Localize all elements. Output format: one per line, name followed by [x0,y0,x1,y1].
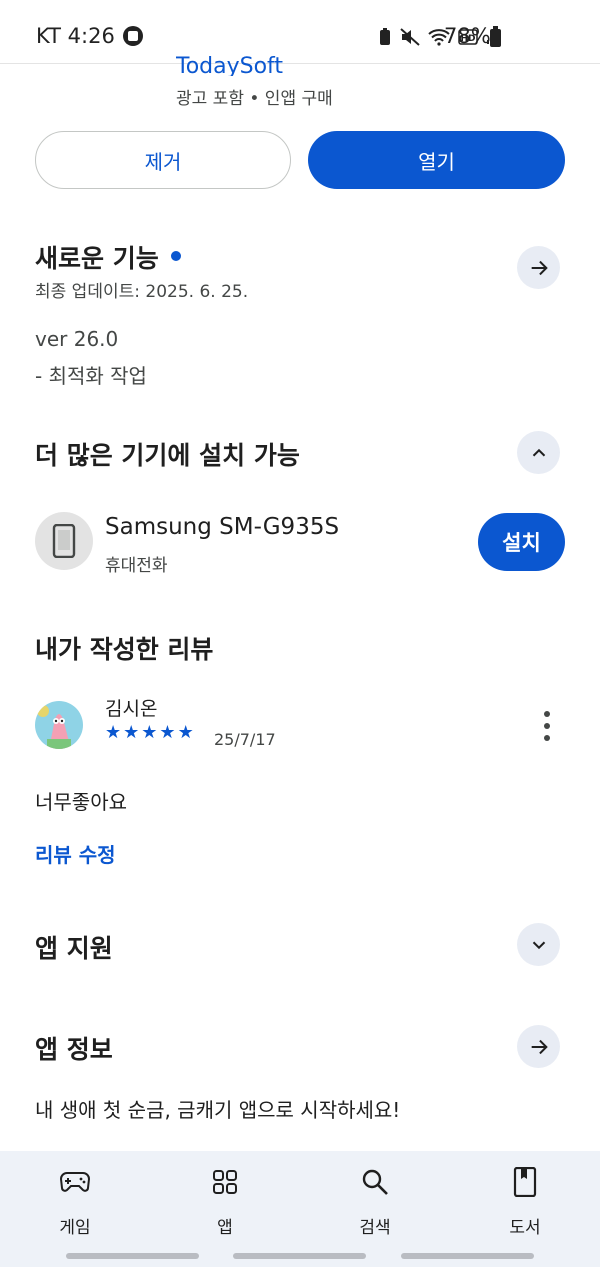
new-indicator-dot [170,251,181,261]
app-info-arrow-button[interactable] [517,1025,560,1068]
more-options-icon[interactable] [537,711,557,741]
whats-new-title[interactable]: 새로운 기능 [35,239,181,275]
avatar [35,701,83,749]
edit-review-link[interactable]: 리뷰 수정 [35,839,116,868]
device-name: Samsung SM-G935S [105,514,340,540]
release-note-item: - 최적화 작업 [35,364,147,388]
mute-icon [400,28,420,46]
reviewer-name: 김시온 [105,698,158,720]
battery-icon [490,26,501,47]
developer-link[interactable]: TodaySoft [176,52,283,76]
nav-label: 앱 [217,1218,233,1238]
notification-icon [122,26,143,46]
phone-icon [52,524,76,558]
app-meta: 광고 포함 • 인앱 구매 [176,89,333,109]
release-note-version: ver 26.0 [35,327,119,351]
whats-new-label: 새로운 기능 [35,244,159,273]
app-support-title[interactable]: 앱 지원 [35,929,113,965]
gesture-bar [66,1253,199,1259]
nav-item-apps[interactable]: 앱 [150,1151,300,1251]
star-icon: ★ [105,722,122,743]
chevron-down-icon [532,941,545,949]
collapse-devices-button[interactable] [517,431,560,474]
book-icon [510,1167,540,1197]
gesture-bar [233,1253,366,1259]
last-updated: 최종 업데이트: 2025. 6. 25. [35,282,249,302]
device-avatar [35,512,93,570]
nav-label: 게임 [59,1218,91,1238]
carrier-time: KT 4:26 [36,24,115,48]
uninstall-button[interactable]: 제거 [35,131,291,189]
gamepad-icon [60,1167,90,1197]
star-icon: ★ [159,722,176,743]
device-type: 휴대전화 [105,556,168,576]
expand-support-button[interactable] [517,923,560,966]
open-button[interactable]: 열기 [308,131,565,189]
apps-grid-icon [210,1167,240,1197]
arrow-right-icon [531,260,548,275]
star-rating: ★ ★ ★ ★ ★ [105,723,194,743]
whats-new-arrow-button[interactable] [517,246,560,289]
app-info-title[interactable]: 앱 정보 [35,1030,113,1066]
review-text: 너무좋아요 [35,790,127,814]
arrow-right-icon [531,1039,548,1054]
status-bar: KT 4:26 HD 78% [0,0,600,64]
battery-percent: 78% [444,24,491,48]
more-devices-title: 더 많은 기기에 설치 가능 [35,441,300,470]
nav-item-games[interactable]: 게임 [0,1151,150,1251]
nav-item-books[interactable]: 도서 [450,1151,600,1251]
review-date: 25/7/17 [214,730,276,749]
search-icon [360,1167,390,1197]
battery-saver-icon [380,28,390,45]
app-description: 내 생애 첫 순금, 금캐기 앱으로 시작하세요! [35,1098,401,1122]
nav-item-search[interactable]: 검색 [300,1151,450,1251]
bottom-nav: 게임 앱 검색 도서 [0,1151,600,1267]
my-review-title: 내가 작성한 리뷰 [35,635,214,664]
chevron-up-icon [532,448,545,456]
star-icon: ★ [141,722,158,743]
nav-label: 도서 [509,1218,541,1238]
star-icon: ★ [177,722,194,743]
star-icon: ★ [123,722,140,743]
nav-label: 검색 [359,1218,391,1238]
gesture-bar [401,1253,534,1259]
status-left: KT 4:26 [36,24,143,48]
install-button[interactable]: 설치 [478,513,565,571]
header-divider [0,63,600,64]
